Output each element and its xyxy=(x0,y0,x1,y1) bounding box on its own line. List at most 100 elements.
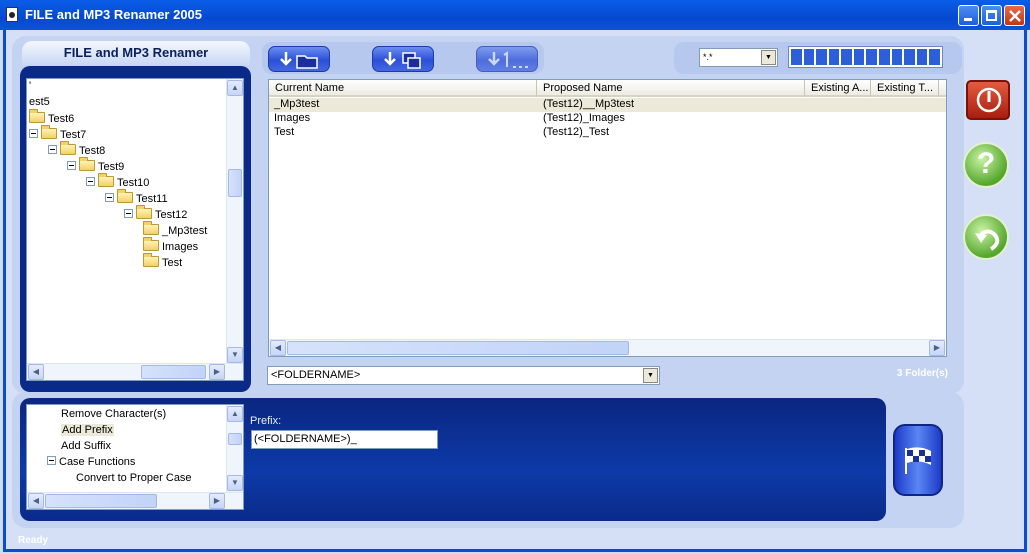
table-row[interactable]: Test (Test12)_Test xyxy=(269,126,946,140)
scroll-up-button[interactable]: ▲ xyxy=(227,406,243,422)
tree-item[interactable]: Test11 xyxy=(105,189,168,205)
chevron-down-icon[interactable]: ▼ xyxy=(643,368,658,383)
minimize-button[interactable] xyxy=(958,5,979,26)
tree-item[interactable]: Test12 xyxy=(124,205,187,221)
undo-button[interactable] xyxy=(963,214,1009,260)
scroll-down-button[interactable]: ▼ xyxy=(227,347,243,363)
tree-item[interactable]: ' xyxy=(29,80,31,92)
close-button[interactable] xyxy=(1004,5,1025,26)
scroll-thumb[interactable] xyxy=(45,494,157,508)
stop-button[interactable] xyxy=(966,80,1010,120)
folder-icon xyxy=(60,141,76,155)
cell-proposed-name: (Test12)_Images xyxy=(543,112,625,124)
copy-files-button[interactable] xyxy=(372,46,434,72)
file-list-hscroll[interactable]: ◀ ▶ xyxy=(269,339,946,356)
function-item[interactable]: Convert to Proper Case xyxy=(76,472,192,484)
numbering-button[interactable] xyxy=(476,46,538,72)
tree-item[interactable]: Test6 xyxy=(29,109,75,125)
table-row[interactable]: Images (Test12)_Images xyxy=(269,112,946,126)
file-list[interactable]: Current Name Proposed Name Existing A...… xyxy=(268,79,947,357)
down-arrow-files-icon xyxy=(384,52,421,69)
scroll-right-button[interactable]: ▶ xyxy=(209,364,225,380)
function-item[interactable]: Add Suffix xyxy=(61,440,111,452)
column-existing-type[interactable]: Existing T... xyxy=(871,80,939,97)
folder-icon xyxy=(29,109,45,123)
cell-proposed-name: (Test12)_Test xyxy=(543,126,610,138)
tree-item[interactable]: Test10 xyxy=(86,173,149,189)
scroll-thumb[interactable] xyxy=(287,341,629,355)
tree-item[interactable]: Images xyxy=(143,237,198,253)
scroll-left-button[interactable]: ◀ xyxy=(28,364,44,380)
functions-hscroll[interactable]: ◀ ▶ xyxy=(27,492,243,509)
run-rename-button[interactable] xyxy=(893,424,943,496)
progress-segment xyxy=(891,49,903,65)
collapse-icon[interactable] xyxy=(124,209,133,218)
folder-tree-vscroll[interactable]: ▲ ▼ xyxy=(226,79,243,364)
column-proposed-name[interactable]: Proposed Name xyxy=(537,80,805,97)
open-folder-button[interactable] xyxy=(268,46,330,72)
tree-item[interactable]: Test xyxy=(143,253,182,269)
scroll-up-button[interactable]: ▲ xyxy=(227,80,243,96)
scroll-thumb[interactable] xyxy=(228,169,242,197)
progress-segments xyxy=(791,49,940,65)
column-existing-attributes[interactable]: Existing A... xyxy=(805,80,871,97)
question-icon: ? xyxy=(976,147,996,180)
maximize-button[interactable] xyxy=(981,5,1002,26)
collapse-icon[interactable] xyxy=(47,456,56,465)
scroll-down-button[interactable]: ▼ xyxy=(227,475,243,491)
pattern-select[interactable]: <FOLDERNAME> ▼ xyxy=(267,366,660,385)
app-icon xyxy=(6,7,18,22)
table-row[interactable]: _Mp3test (Test12)__Mp3test xyxy=(269,98,946,112)
checkered-flag-icon xyxy=(905,447,931,474)
progress-segment xyxy=(904,49,915,65)
collapse-icon[interactable] xyxy=(48,145,57,154)
tree-item[interactable]: Test8 xyxy=(48,141,106,157)
function-item[interactable]: Case Functions xyxy=(47,456,135,468)
cell-current-name: Images xyxy=(274,112,311,124)
tree-item-label: Test8 xyxy=(79,145,106,157)
folder-tree[interactable]: ' est5 Test6 Test7 Test8 Test9 Test10 Test11 Tes… xyxy=(26,78,244,381)
tree-item[interactable]: Test7 xyxy=(29,125,86,141)
scroll-thumb[interactable] xyxy=(141,365,206,379)
column-current-name[interactable]: Current Name xyxy=(269,80,537,97)
tree-item[interactable]: est5 xyxy=(29,96,50,108)
collapse-icon[interactable] xyxy=(29,129,38,138)
tree-item[interactable]: Test9 xyxy=(67,157,125,173)
progress-segment xyxy=(916,49,928,65)
scroll-thumb[interactable] xyxy=(228,433,242,445)
chevron-down-icon[interactable]: ▼ xyxy=(761,50,776,65)
column-extra[interactable] xyxy=(939,80,946,97)
folder-tree-hscroll[interactable]: ◀ ▶ xyxy=(27,363,243,380)
function-item[interactable]: Remove Character(s) xyxy=(61,408,166,420)
scroll-right-button[interactable]: ▶ xyxy=(209,493,225,509)
functions-vscroll[interactable]: ▲ ▼ xyxy=(226,405,243,493)
pattern-value: <FOLDERNAME> xyxy=(271,369,361,381)
folder-icon xyxy=(143,237,159,251)
cell-proposed-name: (Test12)__Mp3test xyxy=(543,98,635,110)
function-item[interactable]: Add Prefix xyxy=(61,424,114,436)
tree-item[interactable]: _Mp3test xyxy=(143,221,207,237)
minimize-icon xyxy=(964,18,972,21)
collapse-icon[interactable] xyxy=(86,177,95,186)
prefix-label: Prefix: xyxy=(250,415,282,427)
progress-segment xyxy=(853,49,865,65)
function-item-label: Convert to Proper Case xyxy=(76,472,192,484)
progress-segment xyxy=(866,49,878,65)
title-bar[interactable]: FILE and MP3 Renamer 2005 xyxy=(0,0,1030,30)
scroll-left-button[interactable]: ◀ xyxy=(28,493,44,509)
tree-item-label: Test6 xyxy=(48,113,75,125)
collapse-icon[interactable] xyxy=(105,193,114,202)
scroll-right-button[interactable]: ▶ xyxy=(929,340,945,356)
collapse-icon[interactable] xyxy=(67,161,76,170)
folder-icon xyxy=(143,253,159,267)
help-button[interactable]: ? xyxy=(963,142,1009,188)
scroll-left-button[interactable]: ◀ xyxy=(270,340,286,356)
down-arrow-numbering-icon xyxy=(488,51,528,68)
prefix-input[interactable]: (<FOLDERNAME>)_ xyxy=(251,430,438,449)
maximize-icon xyxy=(986,10,997,21)
folder-icon xyxy=(143,221,159,235)
close-icon xyxy=(1009,10,1021,22)
file-filter-select[interactable]: *.* ▼ xyxy=(699,48,778,67)
tree-item-label: Test9 xyxy=(98,161,125,173)
functions-tree[interactable]: Remove Character(s) Add Prefix Add Suffix C… xyxy=(26,404,244,510)
